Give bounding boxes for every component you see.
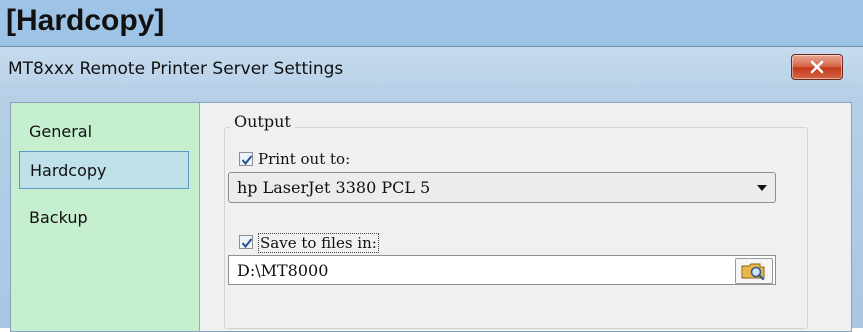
dialog-client-area: General Hardcopy Backup (10, 102, 852, 332)
save-path-field[interactable]: D:\MT8000 (228, 255, 776, 285)
sidebar-item-general[interactable]: General (19, 113, 189, 151)
sidebar-item-label: Hardcopy (30, 161, 107, 180)
print-out-checkbox[interactable] (239, 152, 253, 166)
chevron-down-icon (757, 185, 767, 191)
page-banner: [Hardcopy] (0, 0, 863, 46)
settings-sidebar: General Hardcopy Backup (11, 103, 200, 331)
sidebar-item-hardcopy[interactable]: Hardcopy (19, 151, 189, 189)
browse-button[interactable] (735, 258, 773, 284)
sidebar-item-label: General (29, 122, 93, 141)
printer-select-value: hp LaserJet 3380 PCL 5 (237, 178, 431, 197)
checkmark-icon (241, 238, 253, 249)
print-out-label[interactable]: Print out to: (258, 150, 350, 168)
save-path-value: D:\MT8000 (237, 261, 329, 280)
close-icon (810, 60, 824, 74)
window-title: MT8xxx Remote Printer Server Settings (8, 59, 344, 79)
settings-window: MT8xxx Remote Printer Server Settings Ge… (0, 46, 863, 332)
sidebar-item-backup[interactable]: Backup (19, 199, 189, 237)
save-files-checkbox[interactable] (239, 235, 253, 249)
checkmark-icon (241, 155, 253, 166)
printer-select[interactable]: hp LaserJet 3380 PCL 5 (228, 172, 776, 203)
sidebar-item-label: Backup (29, 208, 88, 227)
folder-browse-icon (741, 263, 765, 281)
close-button[interactable] (791, 54, 843, 80)
banner-title: [Hardcopy] (6, 4, 165, 37)
save-files-label[interactable]: Save to files in: (258, 233, 379, 253)
output-group-label: Output (230, 112, 295, 131)
